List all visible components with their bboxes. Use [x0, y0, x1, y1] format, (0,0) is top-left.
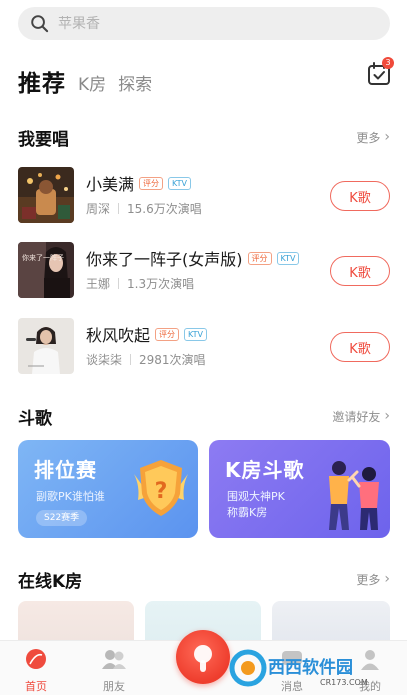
- sing-more-link[interactable]: 更多 ›: [356, 129, 390, 146]
- song-title: 你来了一阵子(女声版) 评分 KTV: [86, 246, 300, 270]
- song-cover: [18, 167, 74, 223]
- sing-section-title: 我要唱: [18, 129, 69, 150]
- online-section-title: 在线K房: [18, 571, 83, 592]
- invite-friends-label: 邀请好友: [332, 409, 381, 424]
- meta-divider: [130, 354, 132, 365]
- singer-name: 王娜: [86, 277, 111, 291]
- singer-name: 谈柒柒: [86, 353, 123, 367]
- nav-home-label: 首页: [25, 680, 47, 693]
- trophy-shield-icon: ?: [134, 460, 188, 516]
- friends-icon: [102, 650, 126, 669]
- online-section-header: 在线K房 更多 ›: [18, 567, 390, 592]
- season-badge: S22赛季: [36, 510, 88, 526]
- ranked-match-title: 排位赛: [34, 458, 97, 482]
- cover-text: 你来了一阵子: [22, 253, 64, 262]
- play-count: 2981次演唱: [139, 353, 206, 367]
- song-row[interactable]: 你来了一阵子 你来了一阵子(女声版) 评分 KTV 王娜 1.3万次演唱 K歌: [18, 242, 390, 300]
- song-meta: 谈柒柒 2981次演唱: [86, 351, 206, 368]
- song-title: 小美满 评分 KTV: [86, 171, 191, 195]
- song-name: 你来了一阵子(女声版): [86, 250, 243, 269]
- song-cover: 你来了一阵子: [18, 242, 74, 298]
- tab-recommend[interactable]: 推荐: [18, 64, 66, 98]
- home-icon: [26, 649, 46, 669]
- song-row[interactable]: 秋风吹起 评分 KTV 谈柒柒 2981次演唱 K歌: [18, 318, 390, 376]
- k-song-button[interactable]: K歌: [330, 181, 390, 211]
- search-bar[interactable]: [18, 7, 390, 40]
- xixi-watermark-logo: 西西软件园 CR173.COM: [229, 649, 368, 687]
- k-room-battle-title: K房斗歌: [225, 458, 305, 482]
- k-room-battle-subtitle-2: 称霸K房: [227, 506, 268, 519]
- sing-section-header: 我要唱 更多 ›: [18, 125, 390, 150]
- song-name: 秋风吹起: [86, 326, 151, 345]
- song-meta: 王娜 1.3万次演唱: [86, 275, 194, 292]
- svg-text:?: ?: [155, 479, 168, 504]
- k-room-battle-card[interactable]: K房斗歌 围观大神PK 称霸K房: [209, 440, 390, 538]
- top-tabs: 推荐 K房 探索: [18, 58, 152, 98]
- battle-section-header: 斗歌 邀请好友 ›: [18, 404, 390, 429]
- song-name: 小美满: [86, 175, 135, 194]
- svg-text:CR173.COM: CR173.COM: [320, 678, 368, 687]
- checkin-button[interactable]: 3: [366, 57, 394, 87]
- ranked-match-subtitle: 副歌PK谁怕谁: [36, 490, 105, 503]
- ranked-match-card[interactable]: 排位赛 副歌PK谁怕谁 S22赛季 ?: [18, 440, 198, 538]
- battle-section-title: 斗歌: [18, 408, 52, 429]
- play-count: 1.3万次演唱: [127, 277, 195, 291]
- k-room-battle-subtitle: 围观大神PK: [227, 490, 285, 503]
- ktv-tag: KTV: [184, 327, 207, 341]
- song-row[interactable]: 小美满 评分 KTV 周深 15.6万次演唱 K歌: [18, 167, 390, 225]
- nav-friends[interactable]: 朋友: [84, 647, 144, 694]
- online-more-label: 更多: [356, 572, 381, 587]
- singers-illustration: [329, 461, 379, 530]
- score-tag: 评分: [139, 176, 164, 190]
- song-meta: 周深 15.6万次演唱: [86, 200, 202, 217]
- svg-text:西西软件园: 西西软件园: [268, 657, 353, 678]
- song-cover: [18, 318, 74, 374]
- k-song-button[interactable]: K歌: [330, 332, 390, 362]
- checkin-badge: 3: [382, 57, 394, 69]
- nav-friends-label: 朋友: [103, 680, 125, 693]
- score-tag: 评分: [155, 327, 180, 341]
- singer-name: 周深: [86, 202, 111, 216]
- sing-fab-button[interactable]: [176, 630, 230, 684]
- score-tag: 评分: [247, 251, 272, 265]
- meta-divider: [118, 278, 120, 289]
- meta-divider: [118, 203, 120, 214]
- nav-home[interactable]: 首页: [6, 647, 66, 694]
- song-title: 秋风吹起 评分 KTV: [86, 322, 207, 346]
- chevron-right-icon: ›: [384, 408, 390, 424]
- ktv-tag: KTV: [168, 176, 191, 190]
- online-more-link[interactable]: 更多 ›: [356, 571, 390, 588]
- tab-k-room[interactable]: K房: [78, 70, 106, 95]
- search-input[interactable]: [58, 15, 358, 32]
- mic-icon: [194, 645, 212, 672]
- k-song-button[interactable]: K歌: [330, 256, 390, 286]
- tab-explore[interactable]: 探索: [118, 70, 152, 95]
- play-count: 15.6万次演唱: [127, 202, 202, 216]
- chevron-right-icon: ›: [384, 129, 390, 145]
- ktv-tag: KTV: [276, 251, 300, 265]
- chevron-right-icon: ›: [384, 571, 390, 587]
- search-icon: [31, 15, 49, 33]
- invite-friends-link[interactable]: 邀请好友 ›: [332, 408, 390, 425]
- sing-more-label: 更多: [356, 130, 381, 145]
